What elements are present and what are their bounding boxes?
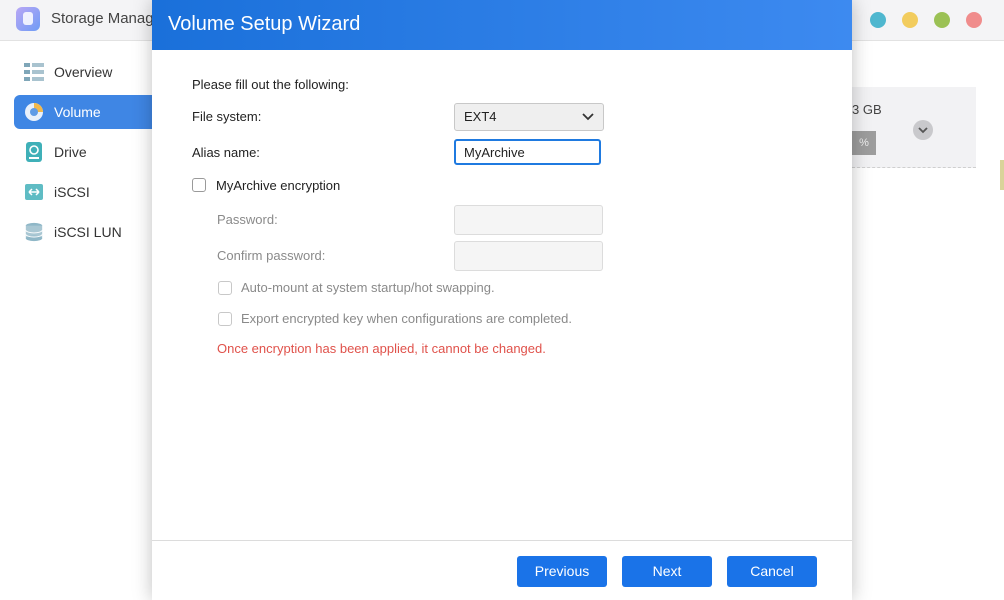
background-edge-decoration (1000, 160, 1004, 190)
auto-mount-checkbox[interactable] (218, 281, 232, 295)
sidebar-item-label: iSCSI LUN (54, 224, 122, 240)
export-key-label: Export encrypted key when configurations… (241, 311, 572, 326)
drive-icon (26, 142, 42, 162)
auto-mount-label: Auto-mount at system startup/hot swappin… (241, 280, 495, 295)
footer-divider (152, 540, 852, 541)
volume-usage-bar: % (852, 131, 876, 155)
storage-manager-logo-icon (16, 7, 40, 31)
password-label: Password: (217, 212, 278, 227)
password-input[interactable] (454, 205, 603, 235)
info-window-button[interactable] (870, 12, 886, 28)
cancel-button[interactable]: Cancel (727, 556, 817, 587)
expand-chevron-icon[interactable] (913, 120, 933, 140)
volume-usage-text: % (859, 137, 869, 149)
volume-summary-panel: 3 GB % (852, 87, 976, 168)
sidebar-item-label: iSCSI (54, 184, 90, 200)
sidebar-item-iscsi-lun[interactable]: iSCSI LUN (14, 215, 164, 249)
sidebar-item-overview[interactable]: Overview (14, 55, 164, 89)
previous-button[interactable]: Previous (517, 556, 607, 587)
alias-name-input[interactable] (454, 139, 601, 165)
close-window-button[interactable] (966, 12, 982, 28)
chevron-down-icon (582, 113, 594, 121)
volume-size-text: 3 GB (852, 102, 882, 117)
dialog-header: Volume Setup Wizard (152, 0, 852, 50)
sidebar-item-label: Volume (54, 104, 101, 120)
export-key-checkbox[interactable] (218, 312, 232, 326)
encryption-warning-text: Once encryption has been applied, it can… (217, 341, 546, 356)
confirm-password-input[interactable] (454, 241, 603, 271)
confirm-password-label: Confirm password: (217, 248, 326, 263)
sidebar-item-drive[interactable]: Drive (14, 135, 164, 169)
intro-text: Please fill out the following: (192, 77, 349, 92)
alias-name-label: Alias name: (192, 145, 260, 160)
dialog-title: Volume Setup Wizard (168, 13, 361, 35)
sidebar-item-iscsi[interactable]: iSCSI (14, 175, 164, 209)
file-system-value: EXT4 (464, 109, 497, 124)
app-title: Storage Manag (51, 10, 154, 27)
maximize-window-button[interactable] (934, 12, 950, 28)
minimize-window-button[interactable] (902, 12, 918, 28)
encryption-label: MyArchive encryption (216, 178, 341, 193)
encryption-checkbox[interactable] (192, 178, 206, 192)
overview-icon (24, 63, 44, 81)
sidebar-item-label: Overview (54, 64, 113, 80)
iscsi-icon (25, 184, 43, 200)
iscsi-lun-icon (25, 222, 43, 242)
sidebar-item-label: Drive (54, 144, 87, 160)
volume-setup-wizard-dialog: Volume Setup Wizard Please fill out the … (152, 0, 852, 600)
file-system-label: File system: (192, 109, 262, 124)
sidebar-item-volume[interactable]: Volume (14, 95, 164, 129)
sidebar: Overview Volume Drive iSCSI iSCSI LUN (0, 41, 164, 600)
file-system-select[interactable]: EXT4 (454, 103, 604, 131)
next-button[interactable]: Next (622, 556, 712, 587)
volume-icon (25, 103, 43, 121)
